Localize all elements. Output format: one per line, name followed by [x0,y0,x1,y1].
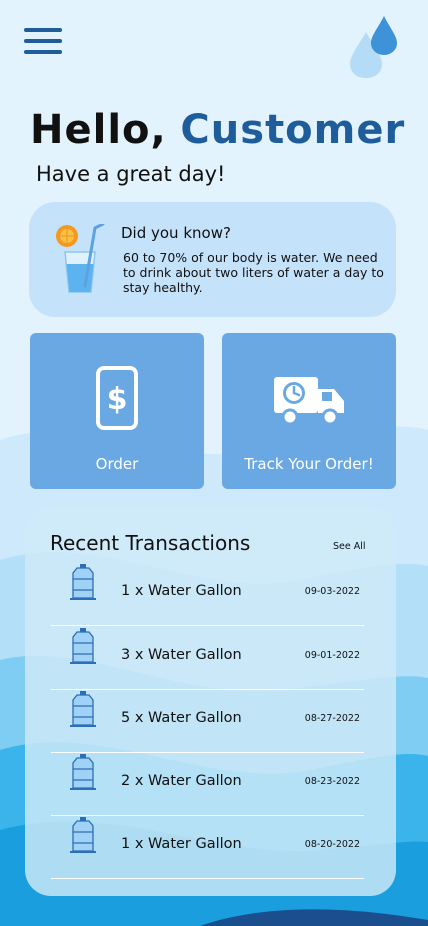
recent-transactions-panel: Recent Transactions See All 1 x Water Ga… [25,507,396,896]
transaction-row[interactable]: 5 x Water Gallon 08-27-2022 [51,690,364,753]
recent-transactions-title: Recent Transactions [50,531,251,555]
transaction-date: 08-20-2022 [304,839,360,850]
water-glass-icon [56,224,105,293]
menu-button[interactable] [24,28,66,60]
transaction-item: 1 x Water Gallon [121,583,242,599]
hamburger-menu-icon [24,28,62,32]
did-you-know-card: Did you know? 60 to 70% of our body is w… [29,202,396,317]
water-gallon-icon [70,628,96,664]
transaction-date: 08-27-2022 [304,713,360,724]
transaction-row[interactable]: 2 x Water Gallon 08-23-2022 [51,753,364,816]
transaction-item: 1 x Water Gallon [121,836,242,852]
transaction-item: 2 x Water Gallon [121,773,242,789]
track-order-button[interactable]: Track Your Order! [222,333,396,489]
hamburger-menu-icon-bar [24,50,62,54]
transaction-row[interactable]: 1 x Water Gallon 09-03-2022 [51,563,364,626]
water-gallon-icon [70,691,96,727]
fact-title: Did you know? [121,224,231,242]
greeting-hello: Hello, [30,107,167,153]
order-button[interactable]: $ Order [30,333,204,489]
water-gallon-icon [70,754,96,790]
transaction-date: 09-01-2022 [304,650,360,661]
water-drops-logo-icon [350,16,397,78]
order-label: Order [95,455,139,473]
fact-text: 60 to 70% of our body is water. We need … [123,250,384,295]
transaction-item: 5 x Water Gallon [121,710,242,726]
see-all-link[interactable]: See All [333,541,366,552]
transaction-item: 3 x Water Gallon [121,647,242,663]
transaction-row[interactable]: 1 x Water Gallon 08-20-2022 [51,816,364,879]
greeting-subtitle: Have a great day! [36,162,226,186]
transaction-row[interactable]: 3 x Water Gallon 09-01-2022 [51,627,364,690]
track-order-label: Track Your Order! [244,455,374,473]
delivery-truck-clock-icon [274,377,344,426]
transaction-date: 09-03-2022 [304,586,360,597]
transaction-date: 08-23-2022 [304,776,360,787]
hamburger-menu-icon-bar [24,39,62,43]
water-gallon-icon [70,564,96,600]
water-gallon-icon [70,817,96,853]
phone-dollar-icon: $ [96,366,138,430]
svg-text:$: $ [107,382,128,417]
greeting-heading: Hello, Customer [30,104,405,156]
greeting-customer-name: Customer [180,107,406,153]
